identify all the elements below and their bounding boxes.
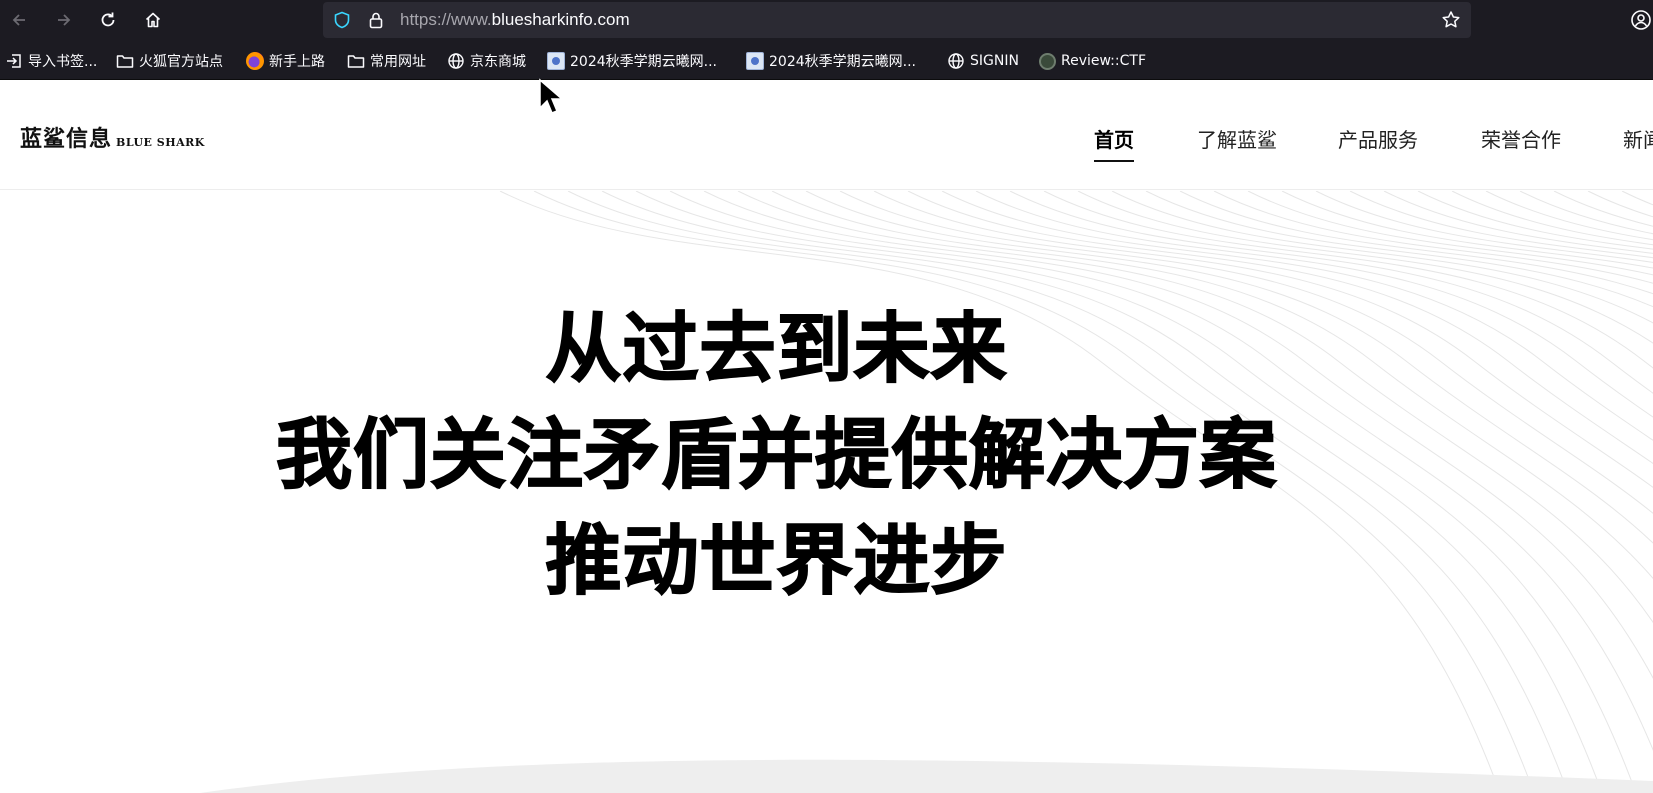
url-bar[interactable]: https://www.bluesharkinfo.com bbox=[323, 2, 1471, 38]
folder-icon bbox=[116, 55, 134, 68]
site-header: 蓝鲨信息BLUE SHARK 首页 了解蓝鲨 产品服务 荣誉合作 新闻 bbox=[0, 81, 1653, 190]
import-icon bbox=[7, 54, 21, 68]
nav-news[interactable]: 新闻 bbox=[1623, 124, 1653, 153]
bookmark-label: 常用网址 bbox=[370, 54, 426, 70]
wave-line bbox=[1247, 191, 1653, 276]
ctf-favicon-icon bbox=[1039, 52, 1056, 70]
arrow-left-icon bbox=[12, 14, 25, 26]
wave-line bbox=[1077, 191, 1653, 344]
reload-icon bbox=[101, 12, 115, 27]
wave-line bbox=[1179, 191, 1653, 295]
bookmark-label: 导入书签... bbox=[28, 54, 98, 70]
wave-line bbox=[873, 191, 1653, 488]
bookmark-label: 2024秋季学期云曦网... bbox=[570, 54, 717, 70]
forward-button[interactable] bbox=[50, 6, 78, 34]
wave-line bbox=[771, 191, 1653, 580]
wave-line bbox=[669, 191, 1653, 752]
bookmark-label: 京东商城 bbox=[470, 54, 526, 70]
bookmark-label: 2024秋季学期云曦网... bbox=[769, 54, 916, 70]
bookmark-signin[interactable]: SIGNIN bbox=[947, 51, 1019, 71]
wave-line bbox=[1145, 191, 1653, 308]
wave-line bbox=[1213, 191, 1653, 284]
account-icon[interactable] bbox=[1630, 9, 1653, 31]
logo-text-en: BLUE SHARK bbox=[116, 136, 205, 149]
wave-line bbox=[839, 191, 1653, 514]
wave-line bbox=[1315, 191, 1653, 263]
wave-line bbox=[1349, 191, 1653, 259]
wave-line bbox=[941, 191, 1653, 441]
firefox-icon bbox=[246, 52, 264, 70]
bookmark-yunxi-1[interactable]: 2024秋季学期云曦网... bbox=[547, 51, 717, 71]
nav-home[interactable]: 首页 bbox=[1094, 124, 1134, 162]
bookmark-import[interactable]: 导入书签... bbox=[5, 51, 97, 71]
bookmark-folder-common[interactable]: 常用网址 bbox=[347, 51, 426, 71]
wave-line bbox=[975, 191, 1653, 418]
nav-about[interactable]: 了解蓝鲨 bbox=[1197, 124, 1277, 153]
bookmark-getting-started[interactable]: 新手上路 bbox=[246, 51, 325, 71]
folder-icon bbox=[347, 55, 365, 68]
wave-line bbox=[737, 191, 1653, 624]
bookmarks-toolbar: 导入书签... 火狐官方站点 新手上路 常用网址 京东商城 2024秋季学期云曦… bbox=[0, 40, 1653, 80]
home-button[interactable] bbox=[139, 6, 167, 34]
bookmark-review-ctf[interactable]: Review::CTF bbox=[1039, 51, 1146, 71]
site-logo[interactable]: 蓝鲨信息 BLUE SHARK bbox=[20, 121, 205, 153]
bookmark-label: 新手上路 bbox=[269, 54, 325, 70]
back-button[interactable] bbox=[5, 6, 33, 34]
url-text[interactable]: https://www.bluesharkinfo.com bbox=[400, 10, 630, 30]
shield-icon[interactable] bbox=[333, 11, 351, 29]
bookmark-yunxi-2[interactable]: 2024秋季学期云曦网... bbox=[746, 51, 916, 71]
bookmark-label: SIGNIN bbox=[970, 53, 1019, 69]
site-favicon-icon bbox=[746, 52, 764, 70]
lock-icon[interactable] bbox=[367, 11, 385, 29]
globe-icon bbox=[948, 53, 964, 69]
wave-line bbox=[1111, 191, 1653, 324]
url-domain: bluesharkinfo.com bbox=[491, 10, 630, 29]
bookmark-jd[interactable]: 京东商城 bbox=[447, 51, 526, 71]
site-favicon-icon bbox=[547, 52, 565, 70]
wave-line bbox=[1417, 191, 1653, 250]
globe-icon bbox=[448, 53, 464, 69]
reload-button[interactable] bbox=[94, 6, 122, 34]
bookmark-label: Review::CTF bbox=[1061, 53, 1146, 69]
wave-line bbox=[1553, 191, 1653, 227]
bookmark-folder-firefox[interactable]: 火狐官方站点 bbox=[116, 51, 223, 71]
wave-background bbox=[200, 191, 1653, 793]
bookmark-label: 火狐官方站点 bbox=[139, 54, 223, 70]
wave-line bbox=[907, 191, 1653, 464]
bottom-wave bbox=[200, 759, 1653, 793]
logo-text-cn: 蓝鲨信息 bbox=[20, 126, 113, 152]
wave-line bbox=[1621, 191, 1653, 206]
nav-products[interactable]: 产品服务 bbox=[1338, 124, 1418, 153]
browser-toolbar: https://www.bluesharkinfo.com bbox=[0, 0, 1653, 40]
mouse-cursor-icon bbox=[539, 78, 565, 114]
nav-honors[interactable]: 荣誉合作 bbox=[1481, 124, 1561, 153]
wave-line bbox=[1451, 191, 1653, 246]
arrow-right-icon bbox=[58, 14, 71, 26]
url-prefix: https://www. bbox=[400, 10, 492, 29]
star-icon[interactable] bbox=[1441, 10, 1461, 30]
wave-line bbox=[1519, 191, 1653, 235]
web-page: 蓝鲨信息BLUE SHARK 首页 了解蓝鲨 产品服务 荣誉合作 新闻 从过去到… bbox=[0, 81, 1653, 793]
home-icon bbox=[145, 12, 161, 28]
